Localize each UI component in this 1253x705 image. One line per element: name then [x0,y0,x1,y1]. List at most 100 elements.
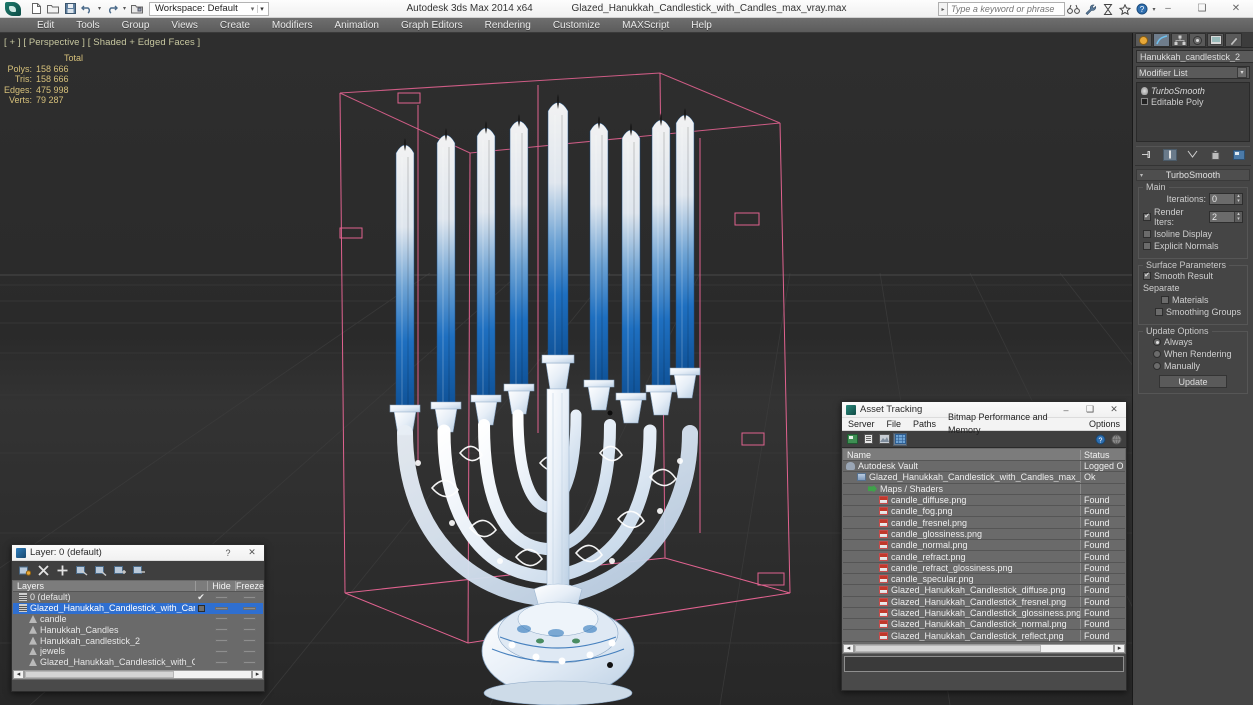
layer-hscroll-thumb[interactable] [25,670,175,678]
at-menu-options[interactable]: Options [1083,418,1126,431]
at-menu-server[interactable]: Server [842,418,881,431]
menu-item-animation[interactable]: Animation [323,18,389,33]
render-iters-spinner[interactable]: ▴▾ [1209,211,1243,223]
iterations-input[interactable] [1210,194,1234,204]
open-vault-icon[interactable] [845,433,859,446]
bitmap-view-icon[interactable] [877,433,891,446]
redo-icon[interactable] [104,1,120,16]
manually-radio[interactable] [1153,362,1161,370]
delete-layer-icon[interactable] [37,564,50,577]
tab-utilities[interactable] [1225,33,1242,47]
iterations-spinner-arrows[interactable]: ▴ ▾ [1234,194,1242,204]
when-rendering-radio[interactable] [1153,350,1161,358]
manually-row[interactable]: Manually [1143,361,1243,371]
asset-tracking-window[interactable]: Asset Tracking – ❑ ✕ Server File Paths Bitm… [841,401,1127,691]
asset-row[interactable]: candle_fog.png Found [843,506,1125,518]
save-file-icon[interactable] [62,1,78,16]
modifier-stack-item[interactable]: Editable Poly [1138,96,1248,107]
smoothing-groups-row[interactable]: Smoothing Groups [1143,307,1243,317]
asset-row[interactable]: candle_fresnel.png Found [843,517,1125,529]
turbosmooth-rollout-header[interactable]: ▾ TurboSmooth [1136,169,1250,181]
menu-item-customize[interactable]: Customize [542,18,611,33]
asset-row[interactable]: candle_specular.png Found [843,573,1125,586]
menu-item-modifiers[interactable]: Modifiers [261,18,324,33]
project-folder-icon[interactable] [129,1,145,16]
render-iters-checkbox[interactable] [1143,213,1151,221]
asset-row[interactable]: Glazed_Hanukkah_Candlestick_fresnel.png F… [843,596,1125,608]
open-file-icon[interactable] [45,1,61,16]
search-input[interactable] [947,2,1065,16]
menu-item-group[interactable]: Group [111,18,161,33]
at-menu-file[interactable]: File [881,418,908,431]
explicit-normals-row[interactable]: Explicit Normals [1143,241,1243,251]
hourglass-icon[interactable] [1099,2,1116,16]
layer-dialog-close[interactable]: ✕ [240,545,264,561]
col-status[interactable]: Status [1081,450,1125,460]
help-icon[interactable]: ? [1133,2,1150,16]
layer-row[interactable]: Glazed_Hanukkah_Candlestick_with_Candles [13,657,263,668]
make-unique-icon[interactable] [1186,149,1200,161]
smooth-result-row[interactable]: Smooth Result [1143,271,1243,281]
col-name[interactable]: Name [843,449,1081,460]
iterations-spinner[interactable]: ▴▾ [1209,193,1243,205]
menu-item-help[interactable]: Help [680,18,723,33]
isoline-display-row[interactable]: Isoline Display [1143,229,1243,239]
layer-hide-toggle[interactable] [207,660,235,664]
layer-hide-toggle[interactable] [207,639,235,643]
favorites-star-icon[interactable] [1116,2,1133,16]
object-name-input[interactable] [1136,50,1253,63]
layer-list-hscrollbar[interactable]: ◂ ▸ [12,668,264,680]
asset-row[interactable]: candle_refract_glossiness.png Found [843,562,1125,574]
sub-object-icon[interactable] [1141,98,1148,105]
menu-item-graph-editors[interactable]: Graph Editors [390,18,474,33]
layer-row[interactable]: Hanukkah_Candles [13,624,263,635]
layer-row[interactable]: candle [13,614,263,625]
asset-row[interactable]: Maps / Shaders [843,483,1125,495]
layer-toggle-box[interactable] [197,604,205,612]
smoothing-groups-checkbox[interactable] [1155,308,1163,316]
always-radio[interactable] [1153,338,1161,346]
layer-freeze-toggle[interactable] [235,606,263,610]
col-layers[interactable]: Layers [13,581,195,591]
asset-row[interactable]: Glazed_Hanukkah_Candlestick_diffuse.png F… [843,585,1125,597]
isoline-display-checkbox[interactable] [1143,230,1151,238]
layer-dialog-help[interactable]: ? [216,545,240,561]
layer-hide-toggle[interactable] [207,606,235,610]
configure-sets-icon[interactable] [1232,149,1246,161]
scroll-right-icon[interactable]: ▸ [1114,643,1125,653]
hscroll-thumb[interactable] [855,644,1041,652]
scroll-left-icon[interactable]: ◂ [843,643,854,653]
close-button[interactable]: ✕ [1219,0,1253,18]
asset-row[interactable]: candle_diffuse.png Found [843,494,1125,507]
when-rendering-row[interactable]: When Rendering [1143,349,1243,359]
list-view-icon[interactable] [861,433,875,446]
asset-row[interactable]: Autodesk Vault Logged O [843,461,1125,473]
add-layer-icon[interactable] [56,564,69,577]
menu-item-tools[interactable]: Tools [65,18,110,33]
new-layer-icon[interactable] [18,564,31,577]
tab-hierarchy[interactable] [1171,33,1188,47]
asset-tracking-close[interactable]: ✕ [1102,402,1126,418]
chevron-down-icon[interactable]: ▾ [1237,67,1247,78]
search-history-icon[interactable]: ▸ [938,2,947,16]
at-menu-paths[interactable]: Paths [907,418,942,431]
render-iters-spinner-arrows[interactable]: ▴ ▾ [1234,212,1242,222]
binoculars-icon[interactable] [1065,2,1082,16]
layer-hide-toggle[interactable] [207,649,235,653]
layer-row[interactable]: jewels [13,646,263,657]
remove-selection-icon[interactable] [132,564,145,577]
undo-icon[interactable] [79,1,95,16]
tab-motion[interactable] [1189,33,1206,47]
maximize-button[interactable]: ❑ [1185,0,1219,18]
layer-list[interactable]: Layers Hide Freeze 0 (default) ✔ Glazed_Ha… [12,580,264,669]
update-button[interactable]: Update [1159,375,1227,388]
asset-list-hscrollbar[interactable]: ◂ ▸ [842,642,1126,654]
modifier-stack-item[interactable]: TurboSmooth [1138,85,1248,96]
asset-list[interactable]: Name Status Autodesk Vault Logged O Glazed… [842,448,1126,643]
layer-scroll-left-icon[interactable]: ◂ [13,669,24,679]
col-freeze[interactable]: Freeze [235,581,264,591]
layer-freeze-toggle[interactable] [235,628,263,632]
hscroll-track[interactable] [854,643,1114,653]
layer-scroll-right-icon[interactable]: ▸ [252,669,263,679]
help-question-icon[interactable]: ? [1093,433,1107,446]
